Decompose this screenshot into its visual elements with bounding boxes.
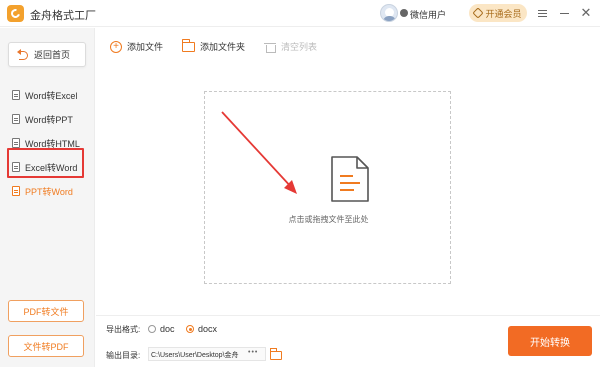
browse-more-button[interactable]: ••• xyxy=(248,349,258,356)
trash-icon xyxy=(264,41,276,53)
user-badge-icon xyxy=(400,9,408,17)
start-convert-button[interactable]: 开始转换 xyxy=(508,326,592,356)
vip-button[interactable]: 开通会员 xyxy=(469,4,527,22)
diamond-icon xyxy=(472,7,485,19)
back-arrow-icon xyxy=(17,49,28,60)
vip-button-label: 开通会员 xyxy=(485,8,522,19)
sidebar-item-word-to-excel[interactable]: Word转Excel xyxy=(0,83,95,107)
sidebar: 返回首页 Word转Excel Word转PPT Word转HTML Excel… xyxy=(0,28,95,367)
back-home-label: 返回首页 xyxy=(34,50,71,60)
user-avatar[interactable] xyxy=(380,4,398,22)
app-title: 金舟格式工厂 xyxy=(30,10,96,22)
drop-zone-hint: 点击或拖拽文件至此处 xyxy=(288,215,369,224)
document-icon xyxy=(12,138,20,148)
plus-circle-icon: + xyxy=(110,40,122,53)
bottom-bar: 导出格式: doc docx 输出目录: C:\Users\User\Deskt… xyxy=(96,315,600,367)
folder-icon xyxy=(182,38,195,52)
clear-list-button[interactable]: 清空列表 xyxy=(264,37,317,56)
add-folder-button[interactable]: 添加文件夹 xyxy=(182,37,245,56)
highlight-box xyxy=(7,148,84,178)
sidebar-nav: Word转Excel Word转PPT Word转HTML Excel转Word… xyxy=(0,83,95,203)
radio-checked-icon xyxy=(186,325,194,333)
radio-icon xyxy=(148,325,156,333)
drop-zone[interactable]: 点击或拖拽文件至此处 xyxy=(204,91,451,284)
clear-list-label: 清空列表 xyxy=(281,42,318,52)
file-list-area: 点击或拖拽文件至此处 xyxy=(96,64,600,315)
pdf-to-file-button[interactable]: PDF转文件 xyxy=(8,300,84,322)
file-to-pdf-button[interactable]: 文件转PDF xyxy=(8,335,84,357)
add-file-label: 添加文件 xyxy=(127,42,164,52)
add-folder-label: 添加文件夹 xyxy=(200,42,246,52)
output-dir-label: 输出目录: xyxy=(106,351,141,360)
document-icon xyxy=(12,90,20,100)
format-radio-docx[interactable]: docx xyxy=(186,324,217,334)
title-bar: 金舟格式工厂 微信用户 开通会员 ✕ xyxy=(0,0,600,27)
app-window: 金舟格式工厂 微信用户 开通会员 ✕ 返回首页 Word转Excel Word转… xyxy=(0,0,600,367)
app-logo-icon xyxy=(7,5,24,22)
minimize-icon[interactable] xyxy=(557,5,571,21)
sidebar-item-word-to-ppt[interactable]: Word转PPT xyxy=(0,107,95,131)
document-upload-icon xyxy=(331,156,369,202)
open-folder-icon[interactable] xyxy=(270,348,282,360)
export-format-label: 导出格式: xyxy=(106,325,141,334)
toolbar: + 添加文件 添加文件夹 清空列表 xyxy=(96,28,600,64)
close-icon[interactable]: ✕ xyxy=(579,5,593,21)
sidebar-item-label: Word转PPT xyxy=(25,114,73,125)
user-name[interactable]: 微信用户 xyxy=(410,8,446,21)
document-icon xyxy=(12,114,20,124)
menu-icon[interactable] xyxy=(535,5,549,21)
sidebar-item-label: Word转Excel xyxy=(25,90,78,101)
sidebar-item-ppt-to-word[interactable]: PPT转Word xyxy=(0,179,95,203)
back-home-button[interactable]: 返回首页 xyxy=(8,42,86,67)
format-option-label: doc xyxy=(160,324,175,334)
format-radio-doc[interactable]: doc xyxy=(148,324,175,334)
sidebar-item-label: PPT转Word xyxy=(25,186,73,197)
add-file-button[interactable]: + 添加文件 xyxy=(110,37,163,56)
document-icon xyxy=(12,186,20,196)
format-option-label: docx xyxy=(198,324,218,334)
